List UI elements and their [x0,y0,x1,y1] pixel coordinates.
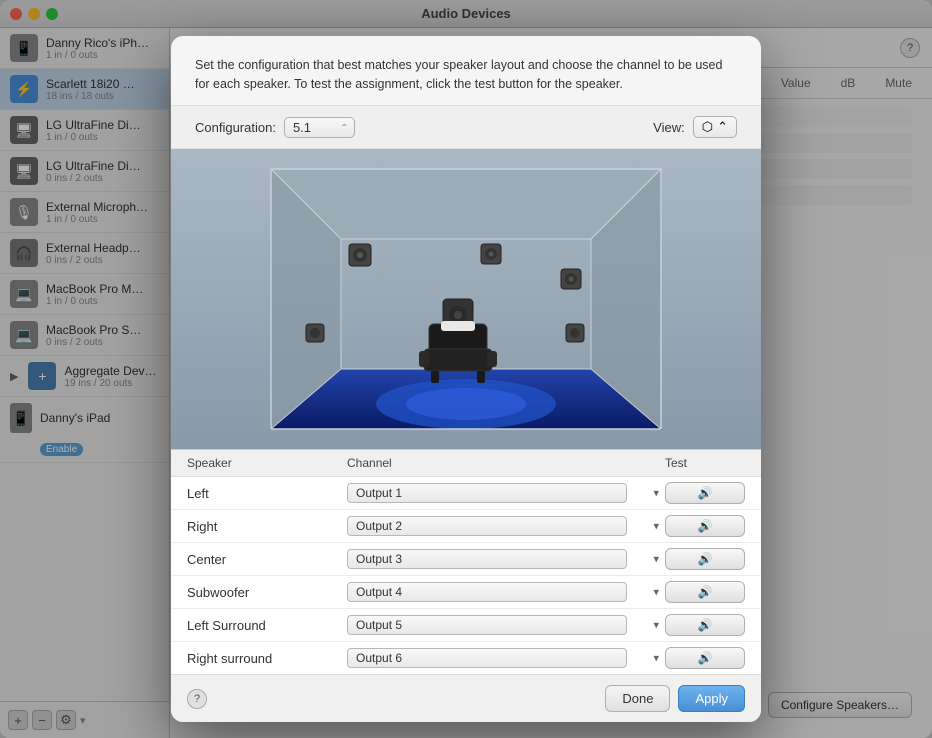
channel-select-center[interactable]: Output 1Output 2Output 3 Output 4Output … [347,549,627,569]
speaker-test-icon: 🔊 [698,651,713,665]
configure-speakers-modal: Set the configuration that best matches … [171,36,761,723]
channel-select-subwoofer[interactable]: Output 1Output 2Output 3 Output 4Output … [347,582,627,602]
channel-col-header: Channel [347,456,665,470]
test-col-header: Test [665,456,745,470]
channel-select-center-wrapper: Output 1Output 2Output 3 Output 4Output … [347,549,665,569]
view-button[interactable]: ⬡ ⌃ [693,116,737,138]
speaker-test-icon: 🔊 [698,618,713,632]
speaker-row-left: Left Output 1Output 2Output 3 Output 4Ou… [171,477,761,510]
done-button[interactable]: Done [605,685,670,712]
configuration-select-wrapper: 5.1 7.1 Stereo Quad [284,117,355,138]
speaker-name-center: Center [187,552,347,567]
test-button-subwoofer[interactable]: 🔊 [665,581,745,603]
apply-button[interactable]: Apply [678,685,745,712]
speaker-test-icon: 🔊 [698,486,713,500]
channel-select-left-surround-wrapper: Output 1Output 2Output 3 Output 4Output … [347,615,665,635]
room-svg [171,149,761,449]
channel-select-right-surround-wrapper: Output 1Output 2Output 3 Output 4Output … [347,648,665,668]
channel-select-right-wrapper: Output 1Output 2Output 3 Output 4Output … [347,516,665,536]
modal-footer: ? Done Apply [171,674,761,722]
channel-select-left-surround[interactable]: Output 1Output 2Output 3 Output 4Output … [347,615,627,635]
channel-select-right-surround[interactable]: Output 1Output 2Output 3 Output 4Output … [347,648,627,668]
speaker-table: Speaker Channel Test Left Output 1Output… [171,449,761,674]
channel-select-right[interactable]: Output 1Output 2Output 3 Output 4Output … [347,516,627,536]
speaker-col-header: Speaker [187,456,347,470]
modal-overlay: Set the configuration that best matches … [0,0,932,738]
cube-icon: ⬡ [702,119,713,135]
test-button-right[interactable]: 🔊 [665,515,745,537]
channel-select-left-wrapper: Output 1Output 2Output 3 Output 4Output … [347,483,665,503]
modal-help-button[interactable]: ? [187,689,207,709]
description-text: Set the configuration that best matches … [195,58,722,91]
test-button-left[interactable]: 🔊 [665,482,745,504]
test-button-center[interactable]: 🔊 [665,548,745,570]
help-icon: ? [194,693,200,705]
room-visualization [171,149,761,449]
speaker-name-right-surround: Right surround [187,651,347,666]
speaker-test-icon: 🔊 [698,552,713,566]
speaker-test-icon: 🔊 [698,519,713,533]
channel-select-left[interactable]: Output 1Output 2Output 3 Output 4Output … [347,483,627,503]
speaker-row-center: Center Output 1Output 2Output 3 Output 4… [171,543,761,576]
speaker-row-left-surround: Left Surround Output 1Output 2Output 3 O… [171,609,761,642]
modal-config-bar: Configuration: 5.1 7.1 Stereo Quad View:… [171,106,761,149]
channel-select-subwoofer-wrapper: Output 1Output 2Output 3 Output 4Output … [347,582,665,602]
modal-description: Set the configuration that best matches … [171,36,761,107]
speaker-name-subwoofer: Subwoofer [187,585,347,600]
configuration-label: Configuration: [195,120,276,135]
speaker-row-right-surround: Right surround Output 1Output 2Output 3 … [171,642,761,674]
speaker-name-left: Left [187,486,347,501]
speaker-row-subwoofer: Subwoofer Output 1Output 2Output 3 Outpu… [171,576,761,609]
speaker-row-right: Right Output 1Output 2Output 3 Output 4O… [171,510,761,543]
configuration-select[interactable]: 5.1 7.1 Stereo Quad [284,117,355,138]
view-label: View: [653,120,685,135]
speaker-test-icon: 🔊 [698,585,713,599]
test-button-left-surround[interactable]: 🔊 [665,614,745,636]
chevron-up-down-icon: ⌃ [717,119,728,135]
speaker-name-right: Right [187,519,347,534]
footer-buttons: Done Apply [605,685,745,712]
speaker-name-left-surround: Left Surround [187,618,347,633]
test-button-right-surround[interactable]: 🔊 [665,647,745,669]
speaker-table-header: Speaker Channel Test [171,450,761,477]
